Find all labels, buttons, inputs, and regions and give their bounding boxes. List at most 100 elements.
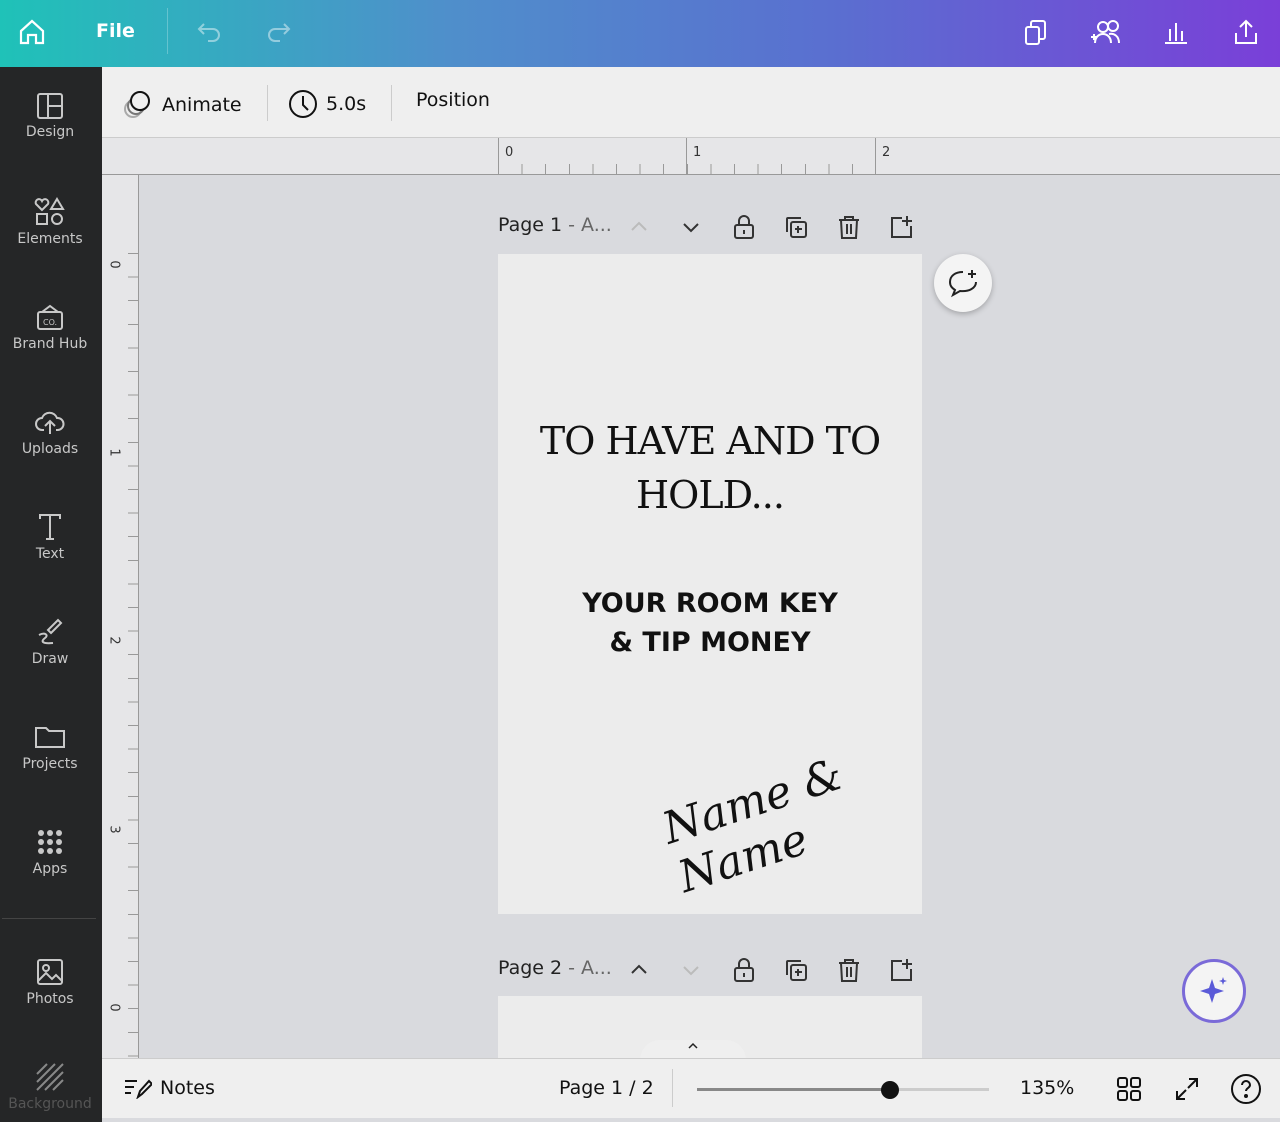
heading-text[interactable]: TO HAVE AND TO HOLD... (498, 414, 922, 522)
duration-label: 5.0s (326, 93, 367, 115)
sidebar-item-background[interactable]: Background (0, 1062, 100, 1112)
ruler-label: 0 (505, 145, 514, 160)
sidebar-label: Draw (31, 651, 69, 667)
add-page-icon[interactable] (888, 214, 914, 240)
sidebar-label: Brand Hub (12, 336, 88, 352)
sidebar: Design Elements CO. Brand Hub Uploads Tex… (0, 67, 102, 1122)
help-icon[interactable] (1230, 1073, 1262, 1105)
background-icon (36, 1063, 64, 1091)
horizontal-ruler: 0 1 2 (138, 138, 1280, 175)
clock-icon (289, 90, 317, 118)
ruler-label: 2 (106, 636, 122, 645)
divider (391, 85, 392, 121)
ruler-label: 0 (106, 260, 122, 269)
vertical-ruler: 0 1 2 3 0 (102, 175, 139, 1060)
divider (2, 918, 96, 919)
chevron-down-icon[interactable] (678, 957, 704, 983)
sidebar-item-projects[interactable]: Projects (0, 722, 100, 772)
position-button[interactable]: Position (416, 89, 490, 111)
ruler-label: 3 (106, 825, 122, 834)
page-title[interactable]: Page 2 - A... (498, 957, 612, 979)
resize-icon[interactable] (1018, 14, 1054, 50)
lock-icon[interactable] (731, 214, 757, 240)
top-bar: File (0, 0, 1280, 67)
notes-icon (125, 1079, 152, 1099)
animate-button[interactable]: Animate (122, 89, 242, 121)
chevron-up-icon[interactable] (626, 214, 652, 240)
upload-icon[interactable] (1228, 14, 1264, 50)
sidebar-item-photos[interactable]: Photos (0, 957, 100, 1007)
animate-icon (124, 91, 150, 118)
folder-icon (35, 727, 65, 748)
add-comment-button[interactable] (934, 254, 992, 312)
sidebar-label: Design (25, 124, 75, 140)
bottom-bar: Notes Page 1 / 2 135% (102, 1058, 1280, 1118)
chevron-down-icon[interactable] (678, 214, 704, 240)
sidebar-label: Apps (32, 861, 68, 877)
page-1-header: Page 1 - A... (498, 214, 918, 244)
trash-icon[interactable] (836, 214, 862, 240)
chevron-up-icon (688, 1042, 698, 1049)
sidebar-label: Uploads (21, 441, 79, 457)
sidebar-item-elements[interactable]: Elements (0, 197, 100, 247)
file-menu[interactable]: File (96, 20, 135, 42)
animate-label: Animate (162, 94, 242, 116)
undo-icon[interactable] (192, 14, 228, 50)
grid-view-icon[interactable] (1116, 1076, 1142, 1102)
sparkle-icon (1200, 977, 1227, 1003)
page-indicator[interactable]: Page 1 / 2 (559, 1077, 654, 1099)
upload-cloud-icon (35, 411, 65, 434)
sidebar-item-uploads[interactable]: Uploads (0, 407, 100, 457)
page-1-canvas[interactable]: TO HAVE AND TO HOLD... YOUR ROOM KEY & TI… (498, 254, 922, 914)
duplicate-icon[interactable] (783, 957, 809, 983)
sidebar-item-draw[interactable]: Draw (0, 617, 100, 667)
magic-assistant-button[interactable] (1182, 959, 1246, 1023)
zoom-slider[interactable] (697, 1081, 989, 1099)
ruler-label: 1 (693, 145, 702, 160)
zoom-level[interactable]: 135% (1020, 1077, 1074, 1099)
page-2-header: Page 2 - A... (498, 957, 918, 987)
signature-text[interactable]: Name & Name (657, 727, 932, 903)
subheading-text[interactable]: YOUR ROOM KEY & TIP MONEY (498, 584, 922, 662)
sidebar-label: Projects (22, 756, 78, 772)
home-icon[interactable] (14, 14, 50, 50)
elements-icon (34, 197, 65, 225)
divider (167, 8, 168, 54)
ruler-label: 0 (106, 1003, 122, 1012)
add-page-icon[interactable] (888, 957, 914, 983)
page-title[interactable]: Page 1 - A... (498, 214, 612, 236)
share-people-icon[interactable] (1088, 14, 1124, 50)
duplicate-icon[interactable] (783, 214, 809, 240)
chevron-up-icon[interactable] (626, 957, 652, 983)
ruler-label: 1 (106, 448, 122, 457)
sidebar-item-text[interactable]: Text (0, 512, 100, 562)
draw-icon (38, 618, 63, 645)
lock-icon[interactable] (731, 957, 757, 983)
zoom-slider-fill (697, 1088, 890, 1091)
sidebar-label: Elements (17, 231, 83, 247)
redo-icon[interactable] (260, 14, 296, 50)
context-toolbar: Animate 5.0s Position (102, 67, 1280, 138)
fullscreen-icon[interactable] (1174, 1076, 1200, 1102)
comment-add-icon (948, 270, 977, 298)
apps-icon (38, 830, 62, 854)
svg-text:CO.: CO. (43, 318, 57, 327)
sidebar-item-apps[interactable]: Apps (0, 827, 100, 877)
notes-button[interactable]: Notes (124, 1077, 215, 1099)
trash-icon[interactable] (836, 957, 862, 983)
sidebar-label: Text (35, 546, 65, 562)
design-icon (37, 93, 63, 119)
sidebar-label: Background (8, 1096, 92, 1112)
divider (672, 1069, 673, 1107)
divider (267, 85, 268, 121)
sidebar-item-design[interactable]: Design (0, 92, 100, 140)
duration-button[interactable]: 5.0s (288, 89, 366, 119)
text-icon (39, 514, 61, 540)
insights-icon[interactable] (1158, 14, 1194, 50)
expand-pages-tab[interactable] (640, 1040, 746, 1060)
sidebar-label: Photos (26, 991, 74, 1007)
ruler-label: 2 (882, 145, 891, 160)
zoom-slider-handle[interactable] (880, 1081, 899, 1099)
sidebar-item-brand-hub[interactable]: CO. Brand Hub (0, 302, 100, 352)
photos-icon (37, 959, 63, 985)
